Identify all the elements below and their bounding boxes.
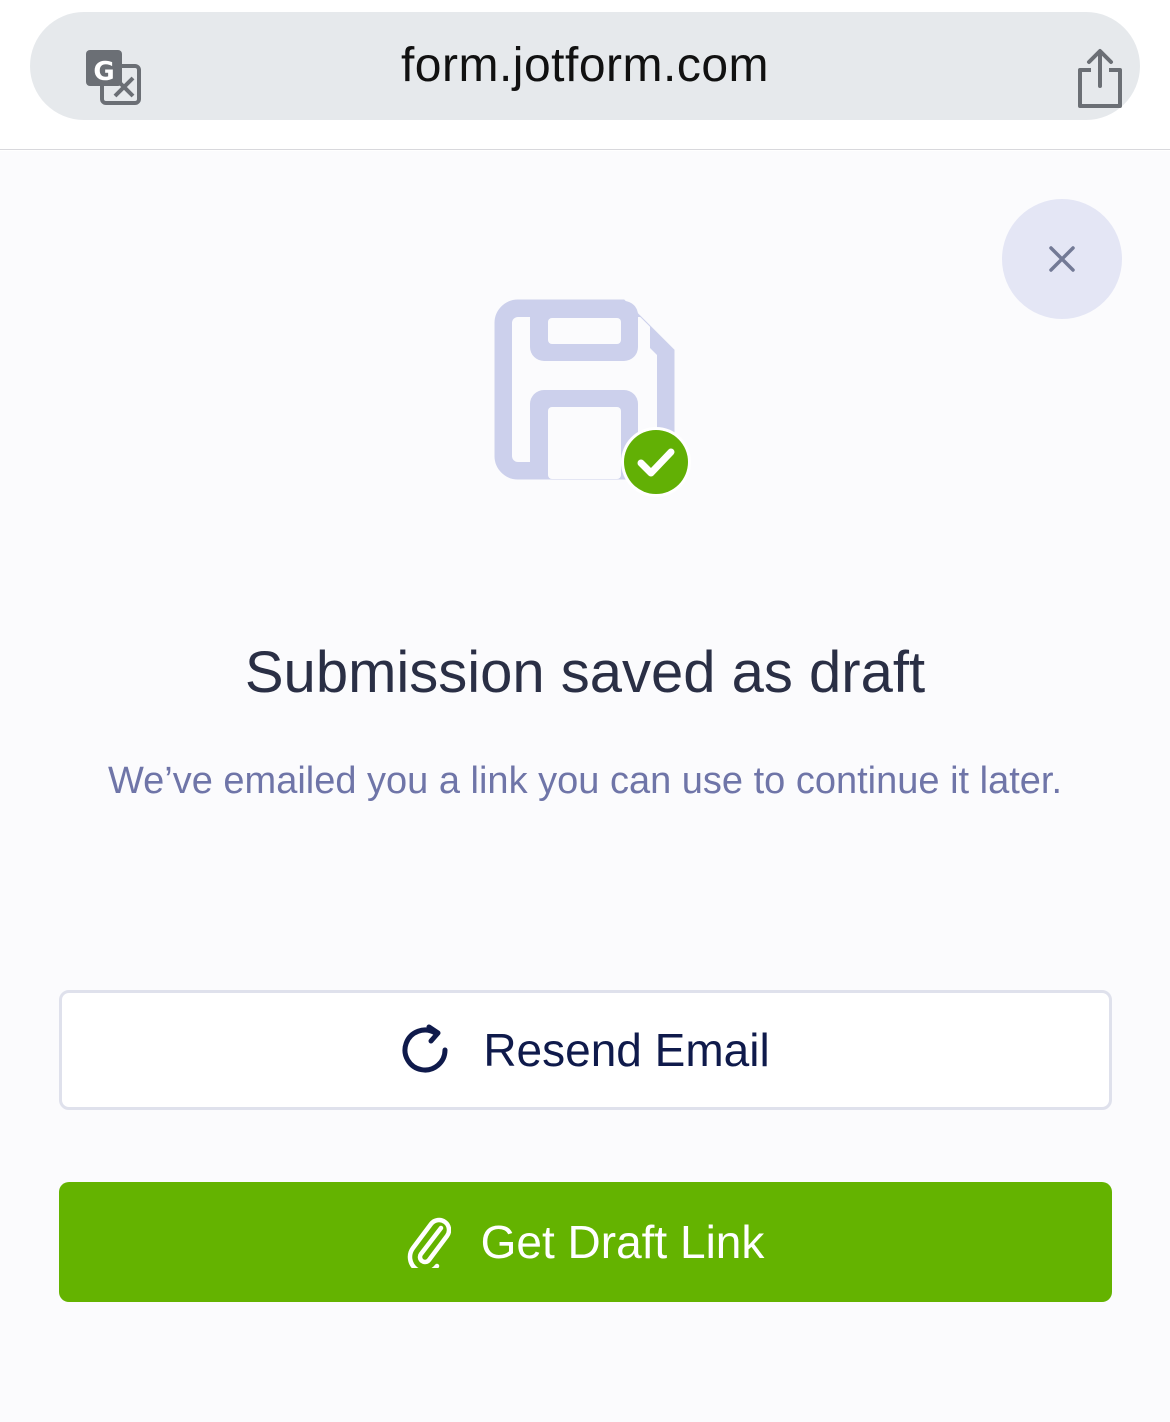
get-draft-link-label: Get Draft Link: [480, 1216, 765, 1268]
share-icon[interactable]: [1074, 48, 1126, 110]
url-text[interactable]: form.jotform.com: [30, 12, 1140, 120]
dialog-title: Submission saved as draft: [244, 640, 926, 705]
resend-email-button[interactable]: Resend Email: [59, 990, 1112, 1110]
get-draft-link-content: Get Draft Link: [59, 1182, 1112, 1302]
get-draft-link-button[interactable]: Get Draft Link: [59, 1182, 1112, 1302]
floppy-disk-icon: [494, 299, 691, 497]
refresh-icon: [402, 1024, 448, 1073]
resend-email-content: Resend Email: [62, 993, 1109, 1107]
browser-toolbar: G form.jotform.com: [0, 0, 1170, 150]
draft-saved-dialog: Submission saved as draft We’ve emailed …: [0, 151, 1170, 1422]
address-bar[interactable]: G form.jotform.com: [30, 12, 1140, 120]
resend-email-label: Resend Email: [483, 1024, 770, 1076]
paperclip-icon: [407, 1217, 451, 1268]
close-icon: [1049, 246, 1075, 272]
close-button[interactable]: [1002, 199, 1122, 319]
dialog-message: We’ve emailed you a link you can use to …: [107, 760, 1063, 802]
